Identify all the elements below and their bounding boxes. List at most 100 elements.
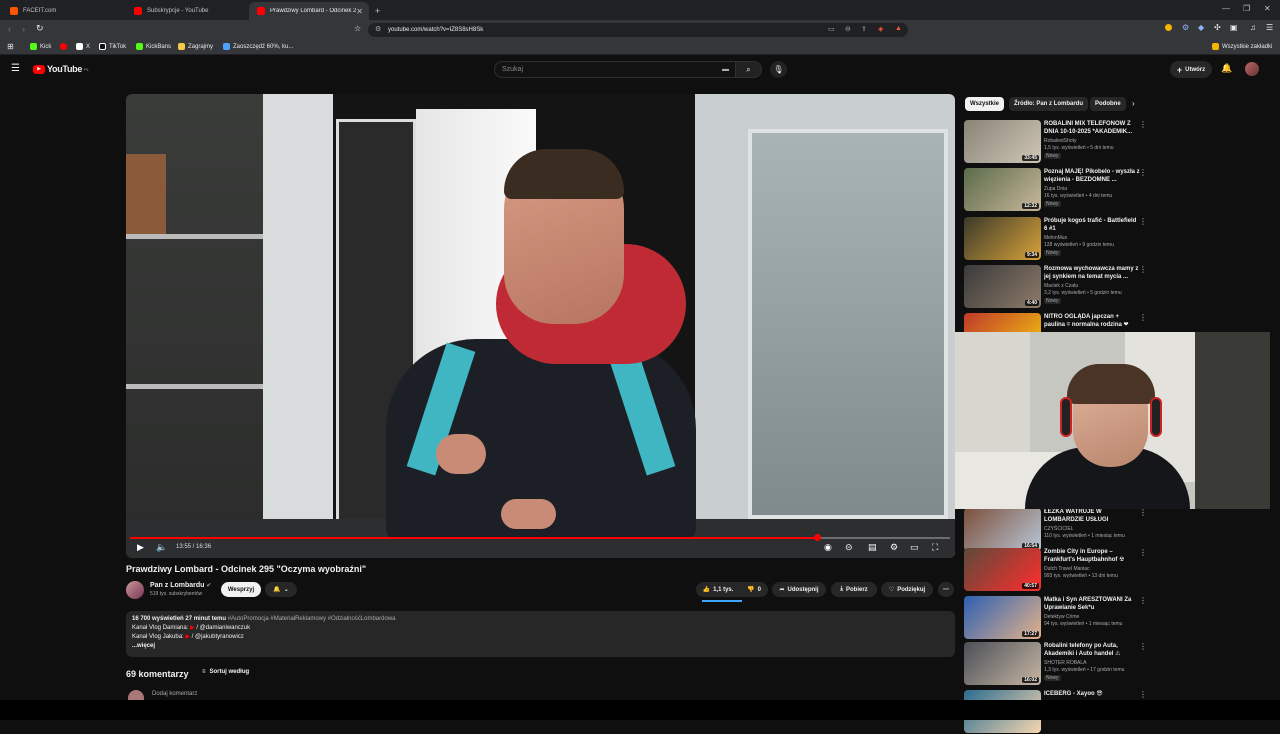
share-icon[interactable]: ⇪	[861, 25, 867, 33]
more-actions-button[interactable]: ⋯	[938, 582, 954, 597]
video-thumbnail[interactable]: 16:54	[964, 508, 1041, 551]
video-title[interactable]: ŁEZKA WATRUJE W LOMBARDZIE USŁUGI	[1044, 508, 1140, 524]
download-button[interactable]: ⤓ Pobierz	[831, 582, 877, 597]
video-title[interactable]: ROBALINI MIX TELEFONÓW Z DNIA 10-10-2025…	[1044, 120, 1140, 136]
back-icon[interactable]: ‹	[8, 24, 11, 34]
dislike-button[interactable]: 👎 0	[740, 582, 768, 597]
video-thumbnail[interactable]: 12:32	[964, 168, 1041, 211]
more-vert-icon[interactable]: ⋮	[1139, 313, 1147, 322]
channel-link[interactable]: / @jakubtyranowicz	[192, 634, 244, 640]
more-vert-icon[interactable]: ⋮	[1139, 596, 1147, 605]
channel-name[interactable]: MelonMus	[1044, 235, 1067, 241]
volume-icon[interactable]: 🔈	[156, 542, 167, 553]
apps-grid-icon[interactable]: ⊞	[7, 42, 14, 51]
add-comment-input[interactable]: Dodaj komentarz	[152, 691, 197, 697]
menu-icon[interactable]: ☰	[1266, 23, 1273, 32]
subtitles-icon[interactable]: ▤	[868, 542, 877, 553]
recommended-video[interactable]: 40:57 Zombie City in Europe – Frankfurt's…	[964, 548, 1149, 592]
brave-shield-icon[interactable]: ◈	[878, 25, 883, 33]
recommended-video[interactable]: 9:34 Próbuje kogoś trafić - Battlefield 6…	[964, 217, 1149, 261]
recommended-video[interactable]: 4:40 Rozmowa wychowawcza mamy z jej synki…	[964, 265, 1149, 309]
more-vert-icon[interactable]: ⋮	[1139, 642, 1147, 651]
sidebar-icon[interactable]: ▣	[1230, 23, 1238, 32]
minimize-icon[interactable]: —	[1222, 4, 1230, 13]
bookmark-promo[interactable]: Zaoszczędź 60%, ku...	[223, 43, 293, 50]
video-title[interactable]: Matka i Syn ARESZTOWANI Za Uprawianie Se…	[1044, 596, 1140, 612]
video-thumbnail[interactable]: 40:57	[964, 548, 1041, 591]
notifications-bell-icon[interactable]: 🔔	[1221, 63, 1232, 74]
tab-faceit[interactable]: FACEIT.com	[2, 2, 124, 20]
video-title[interactable]: Zombie City in Europe – Frankfurt's Haup…	[1044, 548, 1140, 564]
recommended-video[interactable]: 17:27 Matka i Syn ARESZTOWANI Za Uprawian…	[964, 596, 1149, 640]
video-title[interactable]: Próbuje kogoś trafić - Battlefield 6 #1	[1044, 217, 1140, 233]
support-button[interactable]: Wesprzyj	[221, 582, 261, 597]
more-vert-icon[interactable]: ⋮	[1139, 217, 1147, 226]
video-thumbnail[interactable]: 9:34	[964, 217, 1041, 260]
close-tab-icon[interactable]: ✕	[356, 7, 363, 16]
bookmark-zagrajmy[interactable]: Zagrajmy	[178, 43, 213, 50]
more-vert-icon[interactable]: ⋮	[1139, 265, 1147, 274]
bookmark-x[interactable]: X	[76, 43, 90, 50]
extension-icon[interactable]: ◆	[1198, 23, 1204, 32]
video-title[interactable]: ICEBERG - Xayoo 😎	[1044, 690, 1140, 698]
bookmark-kick[interactable]: Kick	[30, 43, 51, 50]
fullscreen-icon[interactable]: ⛶	[932, 542, 938, 553]
chip-from-channel[interactable]: Źródło: Pan z Lombardu	[1009, 97, 1088, 111]
extension-icon[interactable]: ⚙	[1182, 23, 1189, 32]
hashtags[interactable]: #AutoPromocja #MateriałReklamowy #Odział…	[228, 616, 396, 622]
channel-link[interactable]: / @damianiwanczuk	[196, 625, 250, 631]
extension-icon[interactable]	[1165, 24, 1172, 31]
tab-subscriptions[interactable]: Subskrypcje - YouTube	[126, 2, 248, 20]
video-thumbnail[interactable]: 17:27	[964, 596, 1041, 639]
bookmark-tiktok[interactable]: TikTok	[99, 43, 126, 50]
rewards-icon[interactable]: ▲	[895, 25, 902, 32]
channel-name[interactable]: Maciek z Czatu	[1044, 283, 1078, 289]
channel-name[interactable]: Pan z Lombardu ✔	[150, 582, 211, 589]
chip-similar[interactable]: Podobne	[1090, 97, 1126, 111]
video-title[interactable]: NITRO OGLĄDA japczan + paulina = normaln…	[1044, 313, 1140, 329]
channel-name[interactable]: Zupa Dnia	[1044, 186, 1067, 192]
youtube-logo[interactable]: ▶ YouTube PL	[33, 64, 89, 74]
channel-name[interactable]: Detektyw Crime	[1044, 614, 1079, 620]
recommended-video[interactable]: 33:45 ROBALINI MIX TELEFONÓW Z DNIA 10-10…	[964, 120, 1149, 164]
extensions-puzzle-icon[interactable]: ✣	[1214, 23, 1221, 32]
all-bookmarks[interactable]: Wszystkie zakładki	[1212, 43, 1272, 50]
zoom-icon[interactable]: ⊖	[845, 25, 851, 33]
channel-name[interactable]: CZYŚCICIEL	[1044, 526, 1073, 532]
search-button[interactable]: ⌕	[736, 61, 762, 78]
more-vert-icon[interactable]: ⋮	[1139, 508, 1147, 517]
site-info-icon[interactable]: ⚙	[375, 25, 381, 33]
recommended-video[interactable]: 16:02 Robalini telefony po Auta, Akademik…	[964, 642, 1149, 686]
channel-name[interactable]: SHOTER ROBALA	[1044, 660, 1087, 666]
close-window-icon[interactable]: ✕	[1264, 4, 1271, 13]
settings-gear-icon[interactable]: ⚙	[890, 542, 898, 553]
more-vert-icon[interactable]: ⋮	[1139, 690, 1147, 699]
sort-comments-button[interactable]: ≡ Sortuj według	[202, 669, 249, 675]
keyboard-icon[interactable]: ▬	[722, 66, 729, 73]
like-button[interactable]: 👍 1,1 tys.	[696, 582, 740, 597]
bookmark-kickbans[interactable]: KickBans	[136, 43, 171, 50]
more-vert-icon[interactable]: ⋮	[1139, 168, 1147, 177]
recommended-video[interactable]: 12:32 Poznaj MAJĘ! Pikobelo - wyszła z wi…	[964, 168, 1149, 212]
show-more-link[interactable]: ...więcej	[132, 642, 949, 651]
more-vert-icon[interactable]: ⋮	[1139, 548, 1147, 557]
music-icon[interactable]: ♫	[1250, 23, 1256, 32]
bookmark-youtube[interactable]	[60, 43, 70, 50]
notifications-subscribe-button[interactable]: 🔔 ⌄	[265, 582, 297, 597]
create-button[interactable]: + Utwórz	[1170, 61, 1212, 78]
more-vert-icon[interactable]: ⋮	[1139, 120, 1147, 129]
video-title[interactable]: Rozmowa wychowawcza mamy z jej synkiem n…	[1044, 265, 1140, 281]
reload-icon[interactable]: ↻	[36, 23, 44, 34]
bookmark-star-icon[interactable]: ☆	[354, 24, 361, 33]
thanks-button[interactable]: ♡ Podziękuj	[881, 582, 933, 597]
maximize-icon[interactable]: ❐	[1243, 4, 1250, 13]
video-thumbnail[interactable]: 16:02	[964, 642, 1041, 685]
recommended-video[interactable]: 16:54 ŁEZKA WATRUJE W LOMBARDZIE USŁUGI CZ…	[964, 508, 1149, 552]
video-description[interactable]: 16 700 wyświetleń 27 minut temu #AutoPro…	[126, 611, 955, 657]
theater-mode-icon[interactable]: ▭	[910, 542, 919, 553]
progress-scrubber[interactable]	[814, 534, 821, 541]
hamburger-menu-icon[interactable]: ☰	[11, 63, 20, 74]
video-thumbnail[interactable]: 33:45	[964, 120, 1041, 163]
cast-icon[interactable]: ▭	[828, 25, 835, 33]
account-avatar[interactable]	[1245, 62, 1259, 76]
